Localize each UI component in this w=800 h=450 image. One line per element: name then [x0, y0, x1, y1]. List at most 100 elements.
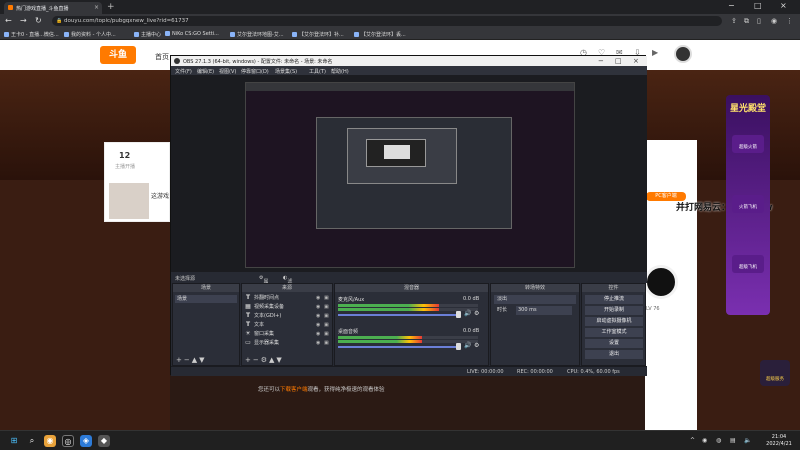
source-item[interactable]: T 抖翻时间点 ◉ ▣ [242, 294, 332, 302]
lock-icon[interactable]: ▣ [324, 339, 329, 347]
network-icon[interactable]: ▤ [730, 437, 736, 444]
sources-footer[interactable]: +−⚙▲▼ [242, 355, 332, 365]
duration-input[interactable]: 300 ms [516, 306, 572, 315]
visibility-icon[interactable]: ◉ [316, 303, 320, 311]
obs-maximize-icon[interactable]: □ [615, 56, 622, 66]
visibility-icon[interactable]: ◉ [316, 339, 320, 347]
profile-icon[interactable]: ◉ [771, 17, 777, 25]
bookmark-item[interactable]: 我的资料 - 个人中... [64, 31, 116, 38]
menu-icon[interactable]: ⋮ [786, 17, 793, 25]
visibility-icon[interactable]: ◉ [316, 312, 320, 320]
menu-scene-collection[interactable]: 场景集(S) [275, 68, 297, 75]
reload-icon[interactable]: ↻ [35, 16, 42, 26]
volume-slider[interactable] [338, 314, 458, 316]
chrome-icon[interactable]: ◉ [44, 435, 56, 447]
properties-button[interactable]: ⚙ 属性 [259, 275, 269, 292]
minimize-icon[interactable]: − [728, 1, 735, 11]
source-item[interactable]: ☀ 窗口采集 ◉ ▣ [242, 330, 332, 338]
mixer-channel: 麦克风/Aux 0.0 dB 🔊 ⚙ [338, 296, 483, 326]
ad-item[interactable]: 超级火箭 [732, 135, 764, 153]
ad-item[interactable]: 超级飞机 [732, 255, 764, 273]
tray-chevron-icon[interactable]: ^ [690, 437, 695, 444]
menu-tools[interactable]: 工具(T) [309, 68, 326, 75]
bookmark-item[interactable]: 王卡0 - 直播...微信... [4, 31, 59, 38]
download-client-link[interactable]: 下载客户端 [280, 387, 308, 393]
sidebar-icon[interactable]: ▯ [757, 17, 761, 25]
search-icon[interactable]: ⌕ [26, 435, 38, 447]
gift-ad[interactable]: 星光殿堂 超级火箭 火箭飞机 超级飞机 [726, 95, 770, 315]
source-item[interactable]: T 文本(GDI+) ◉ ▣ [242, 312, 332, 320]
gear-icon[interactable]: ⚙ [474, 342, 479, 349]
bookmark-item[interactable]: 艾尔登法环地图-艾... [230, 31, 284, 38]
url-input[interactable]: 🔒 douyu.com/topic/pubgqxnew_live?rid=617… [52, 16, 722, 26]
nav-home[interactable]: 首页 [155, 52, 169, 62]
streamer-thumbnail[interactable] [109, 183, 149, 219]
gear-icon[interactable]: ⚙ [474, 310, 479, 317]
forward-icon[interactable]: → [20, 16, 27, 26]
windows-start-icon[interactable]: ⊞ [8, 435, 20, 447]
virtual-camera-button[interactable]: 启动虚拟摄像机 [585, 317, 643, 326]
lock-icon[interactable]: ▣ [324, 294, 329, 302]
lock-icon[interactable]: ▣ [324, 312, 329, 320]
tray-app-icon[interactable]: ◍ [716, 437, 721, 444]
exit-button[interactable]: 退出 [585, 350, 643, 359]
side-badge[interactable]: 超级服务 [760, 360, 790, 386]
source-item[interactable]: T 文本 ◉ ▣ [242, 321, 332, 329]
browser-tab[interactable]: 热门游戏直播_斗鱼直播 × [4, 2, 102, 14]
studio-mode-button[interactable]: 工作室模式 [585, 328, 643, 337]
app-icon[interactable]: ◈ [80, 435, 92, 447]
menu-help[interactable]: 帮助(H) [331, 68, 349, 75]
filters-button[interactable]: ◐ 滤镜 [283, 275, 292, 292]
volume-knob[interactable] [456, 343, 461, 350]
obs-close-icon[interactable]: × [633, 56, 639, 66]
streamer-avatar[interactable] [644, 265, 678, 299]
menu-file[interactable]: 文件(F) [175, 68, 192, 75]
app-icon[interactable]: ◆ [98, 435, 110, 447]
system-clock[interactable]: 21:04 2022/4/21 [762, 434, 796, 448]
scenes-footer[interactable]: +−▲▼ [173, 355, 239, 365]
douyu-logo[interactable]: 斗鱼 [100, 46, 136, 64]
back-icon[interactable]: ← [5, 16, 12, 26]
obs-minimize-icon[interactable]: − [598, 56, 604, 66]
visibility-icon[interactable]: ◉ [316, 321, 320, 329]
stop-streaming-button[interactable]: 停止推流 [585, 295, 643, 304]
transition-select[interactable]: 淡出 [494, 295, 576, 304]
visibility-icon[interactable]: ◉ [316, 294, 320, 302]
extensions-icon[interactable]: ⧉ [744, 17, 749, 25]
lock-icon[interactable]: ▣ [324, 330, 329, 338]
source-item[interactable]: ▦ 视频采集设备 ◉ ▣ [242, 303, 332, 311]
bookmark-item[interactable]: 【艾尔登法环】丢... [354, 31, 406, 38]
speaker-icon[interactable]: 🔊 [464, 310, 471, 317]
maximize-icon[interactable]: □ [754, 1, 762, 11]
tray-app-icon[interactable]: ◉ [702, 437, 707, 444]
start-recording-button[interactable]: 开始录制 [585, 306, 643, 315]
lock-icon[interactable]: ▣ [324, 303, 329, 311]
user-avatar[interactable] [674, 45, 692, 63]
bookmark-item[interactable]: 【艾尔登法环】补... [292, 31, 344, 38]
menu-view[interactable]: 视图(V) [219, 68, 236, 75]
live-icon[interactable]: ▶ [652, 48, 658, 57]
volume-knob[interactable] [456, 311, 461, 318]
close-tab-icon[interactable]: × [94, 4, 99, 11]
obs-icon[interactable]: ◎ [62, 435, 74, 447]
speaker-icon[interactable]: 🔊 [464, 342, 471, 349]
obs-preview[interactable] [171, 75, 647, 271]
menu-edit[interactable]: 编辑(E) [197, 68, 214, 75]
source-label: 文本 [254, 322, 265, 328]
share-icon[interactable]: ⇪ [731, 17, 737, 25]
lock-icon[interactable]: ▣ [324, 321, 329, 329]
ad-item[interactable]: 火箭飞机 [732, 195, 764, 213]
level-fill [338, 304, 439, 307]
volume-slider[interactable] [338, 346, 458, 348]
captured-browser-bar [246, 83, 574, 91]
new-tab-button[interactable]: + [107, 2, 115, 12]
bookmark-item[interactable]: 主播中心 [134, 31, 161, 38]
source-item[interactable]: ▭ 显示器采集 ◉ ▣ [242, 339, 332, 347]
settings-button[interactable]: 设置 [585, 339, 643, 348]
menu-docks[interactable]: 停靠窗口(D) [241, 68, 269, 75]
close-window-icon[interactable]: × [780, 1, 787, 11]
scene-item[interactable]: 场景 [175, 295, 237, 303]
visibility-icon[interactable]: ◉ [316, 330, 320, 338]
bookmark-item[interactable]: NiKo CS:GO Setti... [165, 31, 219, 37]
volume-icon[interactable]: 🔈 [744, 437, 751, 444]
